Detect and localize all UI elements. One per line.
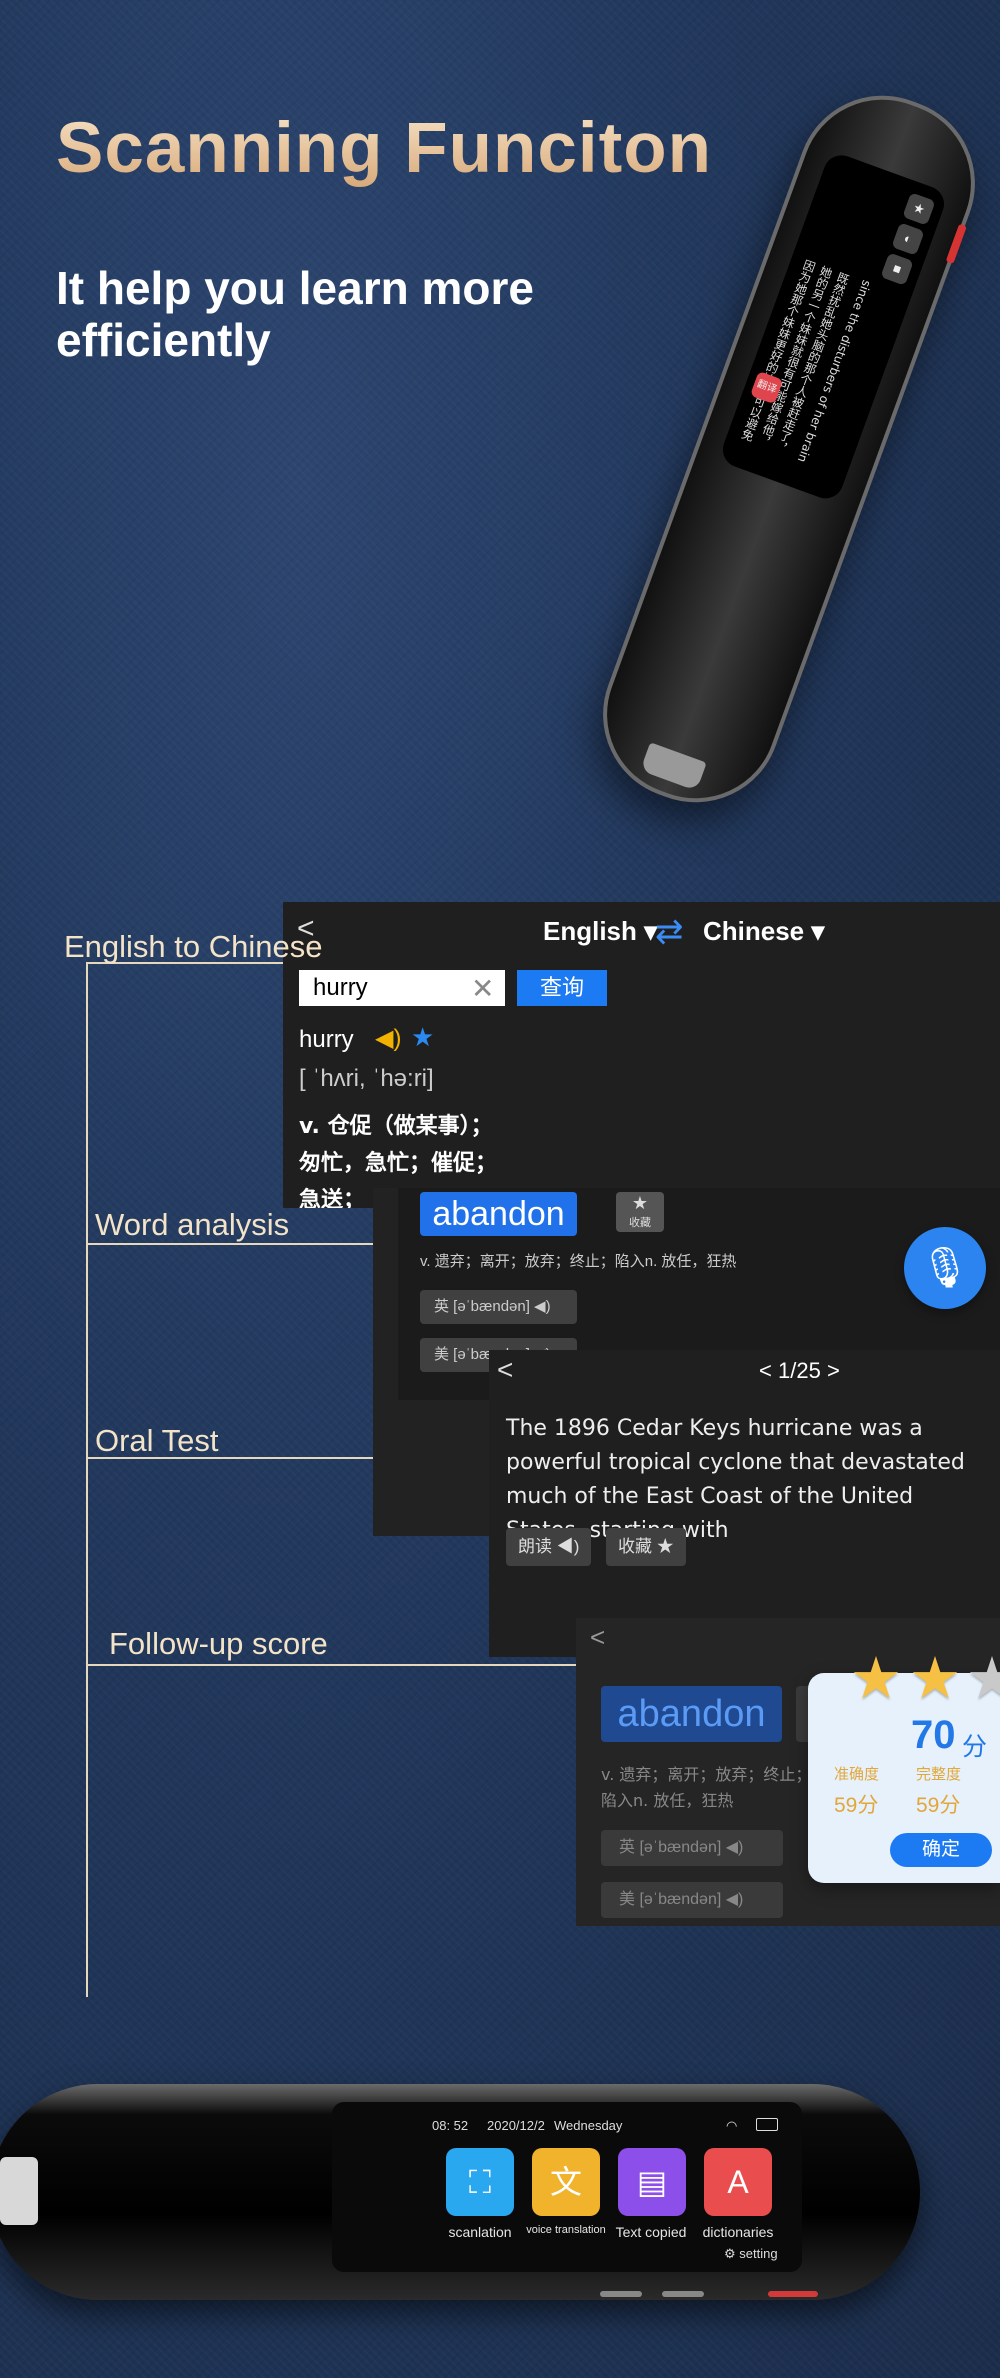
definition-line: v. 仓促（做某事）； — [299, 1114, 493, 1139]
completeness-label: 完整度 — [916, 1766, 962, 1783]
favorite-button[interactable]: ★ 收藏 — [616, 1192, 664, 1232]
query-button[interactable]: 查询 — [517, 970, 607, 1006]
score-value: 70 — [911, 1713, 956, 1757]
definition-line: 急送； — [299, 1188, 366, 1208]
lang-to-select[interactable]: Chinese ▾ — [703, 916, 824, 947]
result-word: hurry — [299, 1026, 354, 1053]
oral-test-panel: < < 1/25 > The 1896 Cedar Keys hurricane… — [489, 1350, 1000, 1657]
accuracy-value: 59分 — [834, 1794, 879, 1817]
pager: < 1/25 > — [759, 1358, 840, 1384]
line-follow-up-score — [86, 1664, 634, 1666]
translate-icon[interactable]: 文 — [532, 2148, 600, 2216]
setting-label: setting — [739, 2246, 778, 2261]
clear-icon[interactable]: ✕ — [471, 972, 494, 1005]
weekday: Wednesday — [554, 2118, 623, 2133]
scan-icon[interactable]: ⛶ — [446, 2148, 514, 2216]
text-copy-icon[interactable]: ▤ — [618, 2148, 686, 2216]
setting-button[interactable]: ⚙ setting — [724, 2246, 778, 2262]
swap-icon[interactable]: ⇄ — [655, 912, 684, 952]
lang-from-select[interactable]: English ▾ — [543, 916, 657, 947]
word-meaning: v. 遗弃；离开；放弃；终止；陷入n. 放任，狂热 — [420, 1253, 737, 1270]
clock: 08: 52 — [432, 2118, 469, 2133]
speaker-icon[interactable]: ◀) — [375, 1024, 401, 1053]
word-chip: abandon — [601, 1686, 782, 1742]
wifi-icon: ◠ — [726, 2118, 738, 2133]
date: 2020/12/2 — [487, 2118, 545, 2133]
app-label-scanlation: scanlation — [448, 2224, 512, 2240]
star-icon: ★ — [902, 192, 936, 226]
star-icon: ★ — [966, 1646, 1000, 1711]
favorite-label: 收藏 — [629, 1217, 651, 1229]
score-unit: 分 — [962, 1733, 988, 1761]
star-icon: ★ — [631, 1193, 649, 1213]
pron-uk-button[interactable]: 英 [əˈbændən] ◀) — [420, 1290, 577, 1324]
app-label-voice-translation: voice translation — [526, 2224, 606, 2236]
accuracy-label: 准确度 — [834, 1766, 880, 1783]
label-oral-test: Oral Test — [95, 1423, 219, 1458]
read-aloud-button[interactable]: 朗读 ◀) — [506, 1528, 592, 1566]
gear-icon: ⚙ — [724, 2246, 736, 2261]
label-english-to-chinese: English to Chinese — [64, 929, 323, 964]
next-icon[interactable]: > — [827, 1358, 840, 1383]
app-label-dictionaries: dictionaries — [702, 2224, 774, 2240]
pen-key — [600, 2291, 642, 2297]
definition-line: 匆忙，急忙；催促； — [299, 1151, 498, 1176]
star-icon: ★ — [850, 1646, 902, 1711]
page-indicator: 1/25 — [777, 1358, 821, 1383]
microphone-button[interactable]: 🎙 — [904, 1227, 986, 1309]
favorite-button[interactable]: 收藏 ★ — [606, 1528, 686, 1566]
star-icon: ★ — [909, 1646, 961, 1711]
dictionary-icon[interactable]: A — [704, 2148, 772, 2216]
pen-cap — [0, 2157, 38, 2225]
pron-uk-button[interactable]: 英 [əˈbændən] ◀) — [601, 1830, 783, 1866]
speaker-icon: ◐ — [891, 222, 925, 256]
word-chip: abandon — [420, 1192, 577, 1236]
hero-title: Scanning Funciton — [56, 109, 712, 188]
back-icon[interactable]: < — [590, 1622, 605, 1653]
label-word-analysis: Word analysis — [95, 1207, 290, 1242]
app-label-text-copied: Text copied — [615, 2224, 687, 2240]
confirm-button[interactable]: 确定 — [890, 1833, 992, 1867]
microphone-icon: 🎙 — [919, 1246, 971, 1290]
completeness-value: 59分 — [916, 1794, 961, 1817]
prev-icon[interactable]: < — [759, 1358, 772, 1383]
back-icon[interactable]: < — [497, 1354, 513, 1386]
pen-key — [768, 2291, 818, 2297]
translate-panel: < English ▾ ⇄ Chinese ▾ hurry ✕ 查询 hurry… — [283, 902, 1000, 1208]
word-meaning: v. 遗弃；离开；放弃；终止；陷入n. 放任，狂热 — [601, 1765, 812, 1810]
phonetic: [ ˈhʌri, ˈhə:ri] — [299, 1065, 434, 1092]
battery-icon — [756, 2118, 778, 2131]
pen-tip — [640, 742, 707, 791]
pen-key — [662, 2291, 704, 2297]
hero-subtitle: It help you learn more efficiently — [56, 262, 534, 366]
star-icon[interactable]: ★ — [411, 1022, 434, 1053]
pen-home-screen: 08: 52 2020/12/2 Wednesday ◠ ⛶ 文 ▤ A sca… — [332, 2102, 802, 2272]
label-follow-up-score: Follow-up score — [109, 1626, 328, 1661]
timeline-line — [86, 962, 88, 1997]
copy-icon: ■ — [880, 252, 914, 286]
pron-us-button[interactable]: 美 [əˈbændən] ◀) — [601, 1882, 783, 1918]
